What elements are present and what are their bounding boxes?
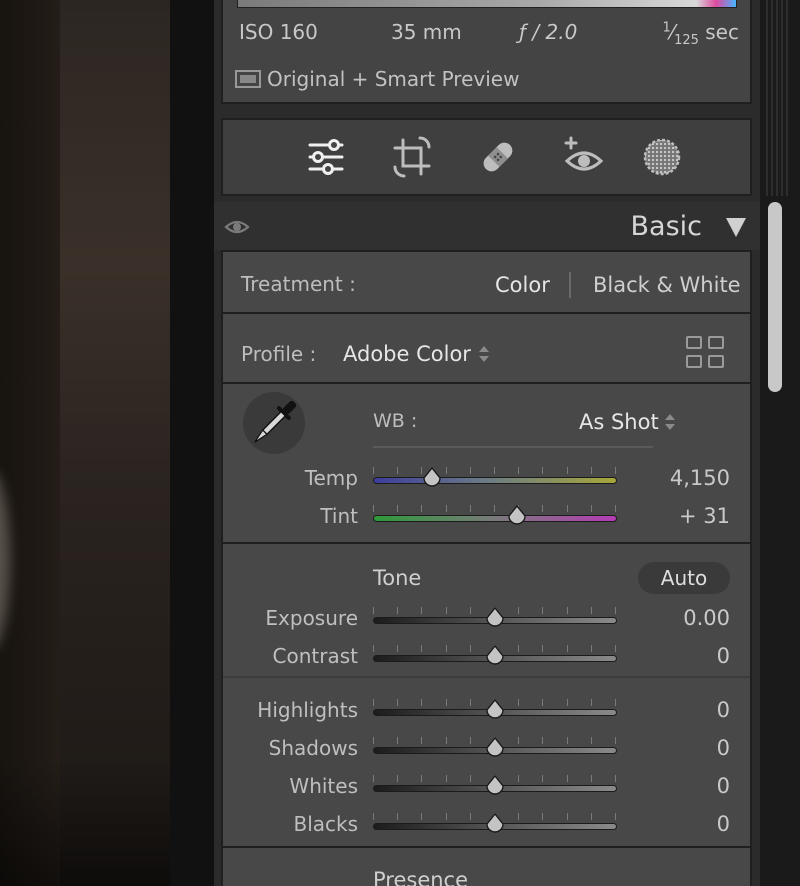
contrast-slider-row: Contrast 0 <box>223 642 754 672</box>
highlights-slider-thumb[interactable] <box>484 698 506 721</box>
crop-icon[interactable] <box>389 134 435 180</box>
shutter-unit: sec <box>705 20 739 44</box>
treatment-color-option[interactable]: Color <box>495 273 550 297</box>
whites-slider-thumb[interactable] <box>484 774 506 797</box>
histogram-strip[interactable] <box>237 0 737 8</box>
shutter-speed-value: 1⁄125 sec <box>662 20 739 48</box>
treatment-row: Treatment : Color Black & White <box>221 250 752 314</box>
develop-right-panel: ISO 160 35 mm ƒ / 2.0 1⁄125 sec Original… <box>214 0 760 886</box>
shutter-numerator: 1 <box>662 20 671 36</box>
treatment-bw-option[interactable]: Black & White <box>593 273 741 297</box>
smart-preview-icon <box>235 70 261 88</box>
photo-shadow-band <box>0 0 60 886</box>
highlights-slider-row: Highlights 0 <box>223 696 754 726</box>
scrollbar-thumb[interactable] <box>768 202 782 392</box>
profile-label: Profile : <box>241 342 317 366</box>
focal-length-value: 35 mm <box>391 20 462 44</box>
profile-browser-grid-icon[interactable] <box>686 336 726 370</box>
treatment-label: Treatment : <box>241 272 356 296</box>
slider-ticks <box>373 505 617 513</box>
shadows-label: Shadows <box>268 736 358 760</box>
section-title: Basic <box>630 211 702 242</box>
photo-canvas[interactable] <box>0 0 170 886</box>
exposure-value[interactable]: 0.00 <box>683 606 730 630</box>
blacks-slider-row: Blacks 0 <box>223 810 754 840</box>
temp-slider-row: Temp 4,150 <box>223 464 754 494</box>
wb-label: WB : <box>373 410 418 432</box>
profile-row: Profile : Adobe Color <box>221 312 752 384</box>
blacks-slider-thumb[interactable] <box>484 812 506 835</box>
shadows-slider-row: Shadows 0 <box>223 734 754 764</box>
blacks-label: Blacks <box>293 812 358 836</box>
smart-preview-status[interactable]: Original + Smart Preview <box>235 66 519 92</box>
highlights-label: Highlights <box>257 698 358 722</box>
auto-tone-button[interactable]: Auto <box>638 562 730 594</box>
whites-label: Whites <box>289 774 358 798</box>
tone-group: Tone Auto Exposure 0.00 Contrast 0 Highl… <box>221 542 752 848</box>
smart-preview-label: Original + Smart Preview <box>267 67 520 91</box>
contrast-label: Contrast <box>272 644 358 668</box>
presence-title: Presence <box>373 868 469 886</box>
exif-row: ISO 160 35 mm ƒ / 2.0 1⁄125 sec <box>239 20 739 48</box>
profile-updown-icon[interactable] <box>479 346 489 364</box>
exposure-slider-thumb[interactable] <box>484 606 506 629</box>
red-eye-icon[interactable] <box>561 134 607 180</box>
shadows-value[interactable]: 0 <box>717 736 730 760</box>
highlights-value[interactable]: 0 <box>717 698 730 722</box>
tint-slider-row: Tint + 31 <box>223 502 754 532</box>
collapse-triangle-icon[interactable] <box>726 218 746 237</box>
healing-icon[interactable] <box>475 134 521 180</box>
masking-icon[interactable] <box>639 134 685 180</box>
treatment-divider <box>569 272 571 298</box>
wb-preset-select[interactable]: As Shot <box>579 410 659 434</box>
exposure-label: Exposure <box>265 606 358 630</box>
whites-slider-row: Whites 0 <box>223 772 754 802</box>
panel-scrollbar[interactable] <box>760 0 800 886</box>
basic-section-header[interactable]: Basic <box>214 202 760 250</box>
histogram-info-box: ISO 160 35 mm ƒ / 2.0 1⁄125 sec Original… <box>221 0 752 104</box>
shutter-denominator: 125 <box>674 33 699 48</box>
contrast-slider-thumb[interactable] <box>484 644 506 667</box>
wb-eyedropper-icon[interactable] <box>243 392 305 454</box>
profile-select[interactable]: Adobe Color <box>343 342 471 366</box>
shadows-slider-thumb[interactable] <box>484 736 506 759</box>
white-balance-group: WB : As Shot Temp 4,150 Tint + 31 <box>221 382 752 544</box>
tint-slider-track[interactable] <box>373 515 617 522</box>
contrast-value[interactable]: 0 <box>717 644 730 668</box>
scrollbar-track-texture <box>766 0 790 196</box>
wb-underline <box>373 446 653 448</box>
tint-label: Tint <box>320 504 358 528</box>
visibility-eye-icon[interactable] <box>224 216 250 238</box>
tint-value[interactable]: + 31 <box>679 504 730 528</box>
aperture-value: ƒ / 2.0 <box>519 20 578 44</box>
exposure-slider-row: Exposure 0.00 <box>223 604 754 634</box>
edit-sliders-icon[interactable] <box>303 134 349 180</box>
tint-slider-thumb[interactable] <box>506 504 528 527</box>
tone-divider <box>223 676 750 678</box>
slider-ticks <box>373 467 617 475</box>
temp-slider-track[interactable] <box>373 477 617 484</box>
panel-gutter <box>170 0 214 886</box>
temp-label: Temp <box>304 466 358 490</box>
blacks-value[interactable]: 0 <box>717 812 730 836</box>
presence-group: Presence <box>221 846 752 886</box>
photo-vignette <box>0 760 170 886</box>
temp-slider-thumb[interactable] <box>421 466 443 489</box>
whites-value[interactable]: 0 <box>717 774 730 798</box>
iso-value: ISO 160 <box>239 20 318 44</box>
wb-updown-icon[interactable] <box>665 414 675 432</box>
temp-value[interactable]: 4,150 <box>670 466 730 490</box>
tool-strip <box>221 118 752 196</box>
tone-title: Tone <box>373 566 422 590</box>
